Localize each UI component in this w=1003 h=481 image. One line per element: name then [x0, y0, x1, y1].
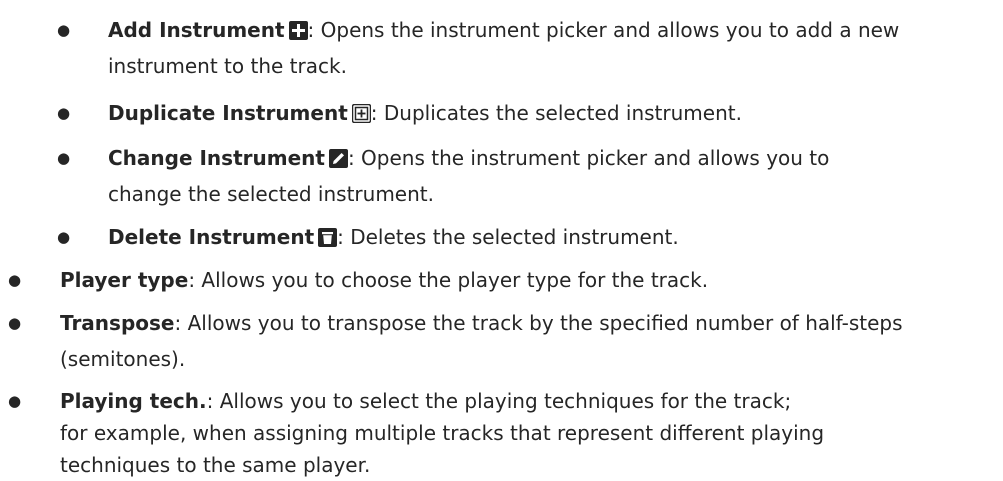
- list-item-line: Change Instrument : Opens the instrument …: [108, 142, 988, 174]
- bullet: ●: [57, 228, 71, 246]
- desc-player-type: : Allows you to choose the player type f…: [188, 268, 709, 292]
- list-item-line: Playing tech.: Allows you to select the …: [60, 385, 990, 417]
- list-item-line: Player type: Allows you to choose the pl…: [60, 264, 990, 296]
- desc-add-instrument-cont: instrument to the track.: [108, 54, 347, 78]
- term-change-instrument: Change Instrument: [108, 146, 325, 170]
- desc-transpose: : Allows you to transpose the track by t…: [174, 311, 903, 335]
- list-item-add-instrument: ● Add Instrument : Opens the instrument p…: [57, 14, 988, 82]
- desc-playing-tech: : Allows you to select the playing techn…: [206, 389, 792, 413]
- list-item-line: for example, when assigning multiple tra…: [60, 417, 990, 449]
- list-item-playing-tech: ● Playing tech.: Allows you to select th…: [8, 385, 990, 481]
- term-playing-tech: Playing tech.: [60, 389, 207, 413]
- list-item-line: (semitones).: [60, 343, 990, 375]
- duplicate-icon: [351, 104, 371, 123]
- bullet: ●: [8, 392, 22, 410]
- desc-change-instrument: : Opens the instrument picker and allows…: [347, 146, 830, 170]
- bullet: ●: [57, 104, 71, 122]
- term-add-instrument: Add Instrument: [108, 18, 285, 42]
- bullet: ●: [57, 21, 71, 39]
- desc-add-instrument: : Opens the instrument picker and allows…: [307, 18, 900, 42]
- bullet: ●: [8, 314, 22, 332]
- list-item-transpose: ● Transpose: Allows you to transpose the…: [8, 307, 990, 375]
- list-item-line: Duplicate Instrument : Duplicates the sel…: [108, 97, 988, 129]
- list-item-line: Delete Instrument : Deletes the selected …: [108, 221, 988, 253]
- list-item-duplicate-instrument: ● Duplicate Instrument : Duplicates the s…: [57, 97, 988, 129]
- list-item-line: techniques to the same player.: [60, 449, 990, 481]
- list-item-change-instrument: ● Change Instrument : Opens the instrumen…: [57, 142, 988, 210]
- list-item-line: change the selected instrument.: [108, 178, 988, 210]
- desc-duplicate-instrument: : Duplicates the selected instrument.: [370, 101, 742, 125]
- term-delete-instrument: Delete Instrument: [108, 225, 315, 249]
- list-item-line: instrument to the track.: [108, 50, 988, 82]
- desc-change-instrument-cont: change the selected instrument.: [108, 182, 434, 206]
- term-duplicate-instrument: Duplicate Instrument: [108, 101, 348, 125]
- term-player-type: Player type: [60, 268, 189, 292]
- desc-transpose-cont: (semitones).: [60, 347, 186, 371]
- plus-icon: [288, 21, 308, 40]
- term-transpose: Transpose: [60, 311, 175, 335]
- trash-icon: [318, 228, 338, 247]
- desc-playing-tech-cont-1: for example, when assigning multiple tra…: [60, 421, 825, 445]
- desc-playing-tech-cont-2: techniques to the same player.: [60, 453, 371, 477]
- list-item-player-type: ● Player type: Allows you to choose the …: [8, 264, 990, 296]
- list-item-line: Add Instrument : Opens the instrument pic…: [108, 14, 988, 46]
- list-item-delete-instrument: ● Delete Instrument : Deletes the selecte…: [57, 221, 988, 253]
- list-item-line: Transpose: Allows you to transpose the t…: [60, 307, 990, 339]
- bullet: ●: [57, 149, 71, 167]
- bullet: ●: [8, 271, 22, 289]
- desc-delete-instrument: : Deletes the selected instrument.: [337, 225, 679, 249]
- pencil-icon: [328, 149, 348, 168]
